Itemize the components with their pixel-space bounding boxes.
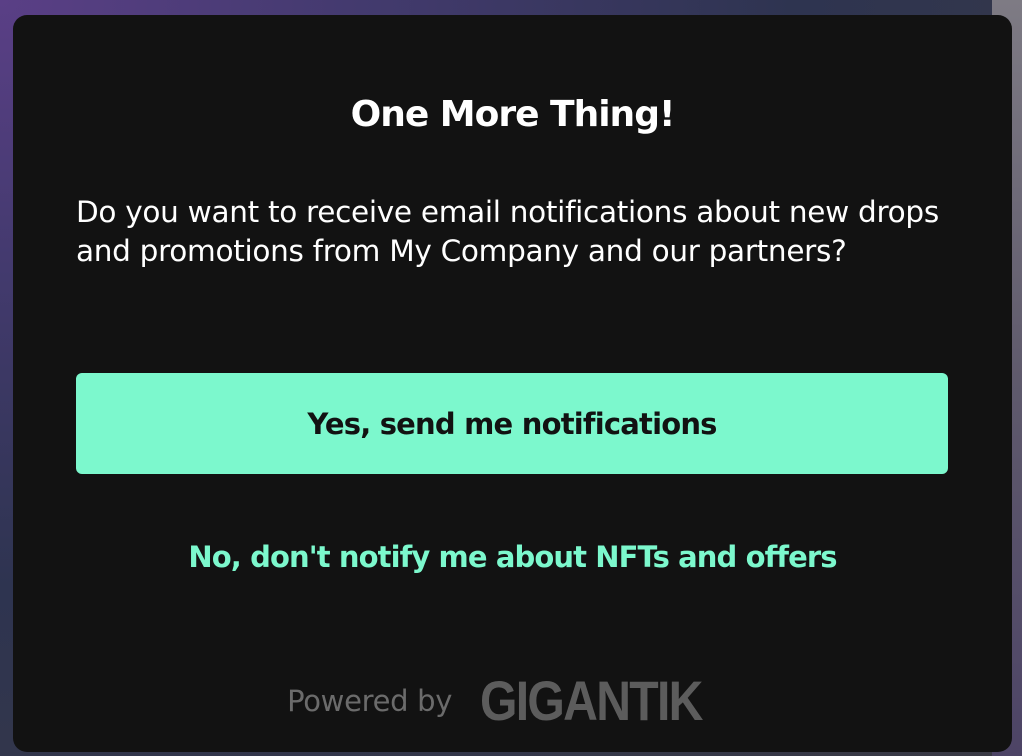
modal-description: Do you want to receive email notificatio… [76,195,939,268]
notification-opt-in-modal: One More Thing! Do you want to receive e… [13,15,1012,752]
powered-by-label: Powered by [287,684,453,718]
powered-by-footer: Powered by GIGANTIK [13,673,1012,729]
decline-notifications-link[interactable]: No, don't notify me about NFTs and offer… [13,537,1012,577]
accept-notifications-button[interactable]: Yes, send me notifications [76,373,948,474]
modal-title: One More Thing! [350,94,676,135]
gigantik-logo: GIGANTIK [480,669,703,732]
